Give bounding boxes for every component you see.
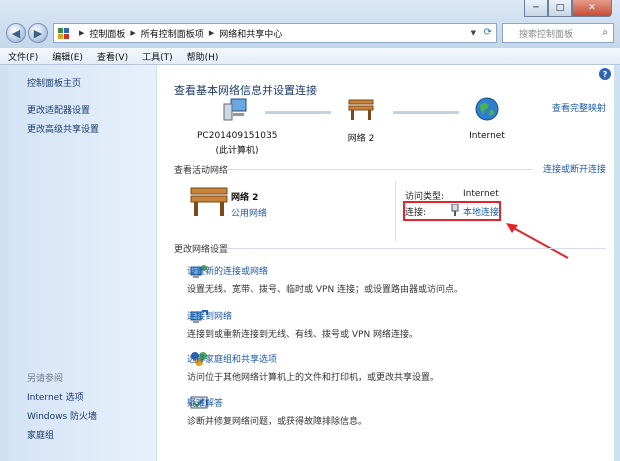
task-connect-network: 连接到网络 连接到或重新连接到无线、有线、拨号或 VPN 网络连接。 bbox=[187, 309, 607, 340]
title-bar: ─ □ ✕ ◀ ▶ ▶ 控制面板 ▶ 所有控制面板项 ▶ 网络和共享中心 ▼ ⟳… bbox=[0, 0, 620, 48]
divider bbox=[395, 181, 396, 241]
active-networks-title: 查看活动网络 bbox=[174, 166, 229, 176]
sidebar-item-home[interactable]: 控制面板主页 bbox=[27, 76, 81, 89]
forward-arrow-icon: ▶ bbox=[33, 26, 43, 40]
chevron-right-icon: ▶ bbox=[208, 29, 215, 37]
maximize-button[interactable]: □ bbox=[548, 0, 572, 17]
menu-file[interactable]: 文件(F) bbox=[8, 50, 38, 63]
divider bbox=[221, 169, 533, 170]
access-type-value: Internet bbox=[463, 189, 499, 199]
back-button[interactable]: ◀ bbox=[6, 23, 26, 43]
search-input[interactable]: 搜索控制面板 ⌕ bbox=[502, 23, 614, 43]
sidebar-item-advanced-sharing[interactable]: 更改高级共享设置 bbox=[27, 122, 99, 135]
menu-help[interactable]: 帮助(H) bbox=[187, 50, 219, 63]
address-bar[interactable]: ▶ 控制面板 ▶ 所有控制面板项 ▶ 网络和共享中心 ▼ ⟳ bbox=[53, 23, 497, 43]
menu-view[interactable]: 查看(V) bbox=[97, 50, 128, 63]
sidebar-item-firewall[interactable]: Windows 防火墙 bbox=[27, 409, 97, 422]
network-node-name: 网络 2 bbox=[347, 134, 375, 144]
sidebar-item-internet-options[interactable]: Internet 选项 bbox=[27, 390, 84, 403]
bench-icon bbox=[189, 185, 229, 217]
chevron-right-icon: ▶ bbox=[130, 29, 136, 37]
breadcrumb-all-items[interactable]: 所有控制面板项 bbox=[141, 27, 204, 40]
back-arrow-icon: ◀ bbox=[11, 26, 21, 40]
forward-button[interactable]: ▶ bbox=[28, 23, 48, 43]
task-homegroup-link[interactable]: 选择家庭组和共享选项 bbox=[187, 352, 607, 365]
pc-node-sub: (此计算机) bbox=[215, 146, 259, 156]
help-icon[interactable]: ? bbox=[599, 68, 611, 80]
sidebar: 控制面板主页 更改适配器设置 更改高级共享设置 另请参阅 Internet 选项… bbox=[8, 65, 156, 461]
highlight-box bbox=[403, 201, 501, 221]
window-controls: ─ □ ✕ bbox=[524, 0, 612, 17]
see-also-heading: 另请参阅 bbox=[27, 374, 64, 384]
breadcrumb-control-panel[interactable]: 控制面板 bbox=[89, 27, 125, 40]
connector-line bbox=[265, 111, 331, 114]
page-title: 查看基本网络信息并设置连接 bbox=[174, 84, 317, 97]
divider bbox=[221, 248, 606, 249]
close-button[interactable]: ✕ bbox=[572, 0, 612, 17]
task-troubleshoot-link[interactable]: 疑难解答 bbox=[187, 396, 607, 409]
menu-bar: 文件(F) 编辑(E) 查看(V) 工具(T) 帮助(H) bbox=[0, 48, 620, 65]
connect-disconnect-link[interactable]: 连接或断开连接 bbox=[543, 162, 606, 175]
search-placeholder: 搜索控制面板 bbox=[519, 29, 574, 40]
computer-icon bbox=[222, 98, 248, 122]
bench-icon bbox=[347, 98, 375, 122]
chevron-right-icon: ▶ bbox=[79, 29, 85, 37]
minimize-button[interactable]: ─ bbox=[524, 0, 548, 17]
change-settings-title: 更改网络设置 bbox=[174, 245, 229, 255]
view-full-map-link[interactable]: 查看完整映射 bbox=[552, 101, 606, 114]
control-panel-icon bbox=[58, 27, 70, 39]
task-troubleshoot: 疑难解答 诊断并修复网络问题，或获得故障排除信息。 bbox=[187, 396, 607, 427]
sidebar-item-adapter-settings[interactable]: 更改适配器设置 bbox=[27, 103, 90, 116]
breadcrumb-network-center[interactable]: 网络和共享中心 bbox=[219, 27, 282, 40]
internet-node-name: Internet bbox=[469, 131, 505, 141]
task-setup-connection: 设置新的连接或网络 设置无线、宽带、拨号、临时或 VPN 连接；或设置路由器或访… bbox=[187, 264, 607, 295]
refresh-icon[interactable]: ⟳ bbox=[484, 27, 492, 38]
search-icon[interactable]: ⌕ bbox=[602, 27, 608, 38]
task-homegroup: 选择家庭组和共享选项 访问位于其他网络计算机上的文件和打印机，或更改共享设置。 bbox=[187, 352, 607, 383]
globe-icon bbox=[475, 97, 499, 121]
active-network-name: 网络 2 bbox=[231, 193, 259, 203]
network-type-link[interactable]: 公用网络 bbox=[231, 206, 267, 219]
task-setup-connection-link[interactable]: 设置新的连接或网络 bbox=[187, 264, 607, 277]
task-connect-network-link[interactable]: 连接到网络 bbox=[187, 309, 607, 322]
task-connect-network-desc: 连接到或重新连接到无线、有线、拨号或 VPN 网络连接。 bbox=[187, 330, 419, 340]
annotation-arrow bbox=[502, 220, 572, 262]
menu-edit[interactable]: 编辑(E) bbox=[52, 50, 83, 63]
main-panel: ? 查看基本网络信息并设置连接 查看完整映射 PC201409151035 (此… bbox=[157, 65, 614, 461]
task-setup-connection-desc: 设置无线、宽带、拨号、临时或 VPN 连接；或设置路由器或访问点。 bbox=[187, 285, 464, 295]
address-dropdown-icon[interactable]: ▼ bbox=[471, 29, 476, 37]
task-homegroup-desc: 访问位于其他网络计算机上的文件和打印机，或更改共享设置。 bbox=[187, 373, 440, 383]
menu-tools[interactable]: 工具(T) bbox=[142, 50, 173, 63]
sidebar-item-homegroup[interactable]: 家庭组 bbox=[27, 428, 54, 441]
connector-line bbox=[393, 111, 459, 114]
pc-node-name: PC201409151035 bbox=[197, 131, 278, 141]
task-troubleshoot-desc: 诊断并修复网络问题，或获得故障排除信息。 bbox=[187, 417, 368, 427]
